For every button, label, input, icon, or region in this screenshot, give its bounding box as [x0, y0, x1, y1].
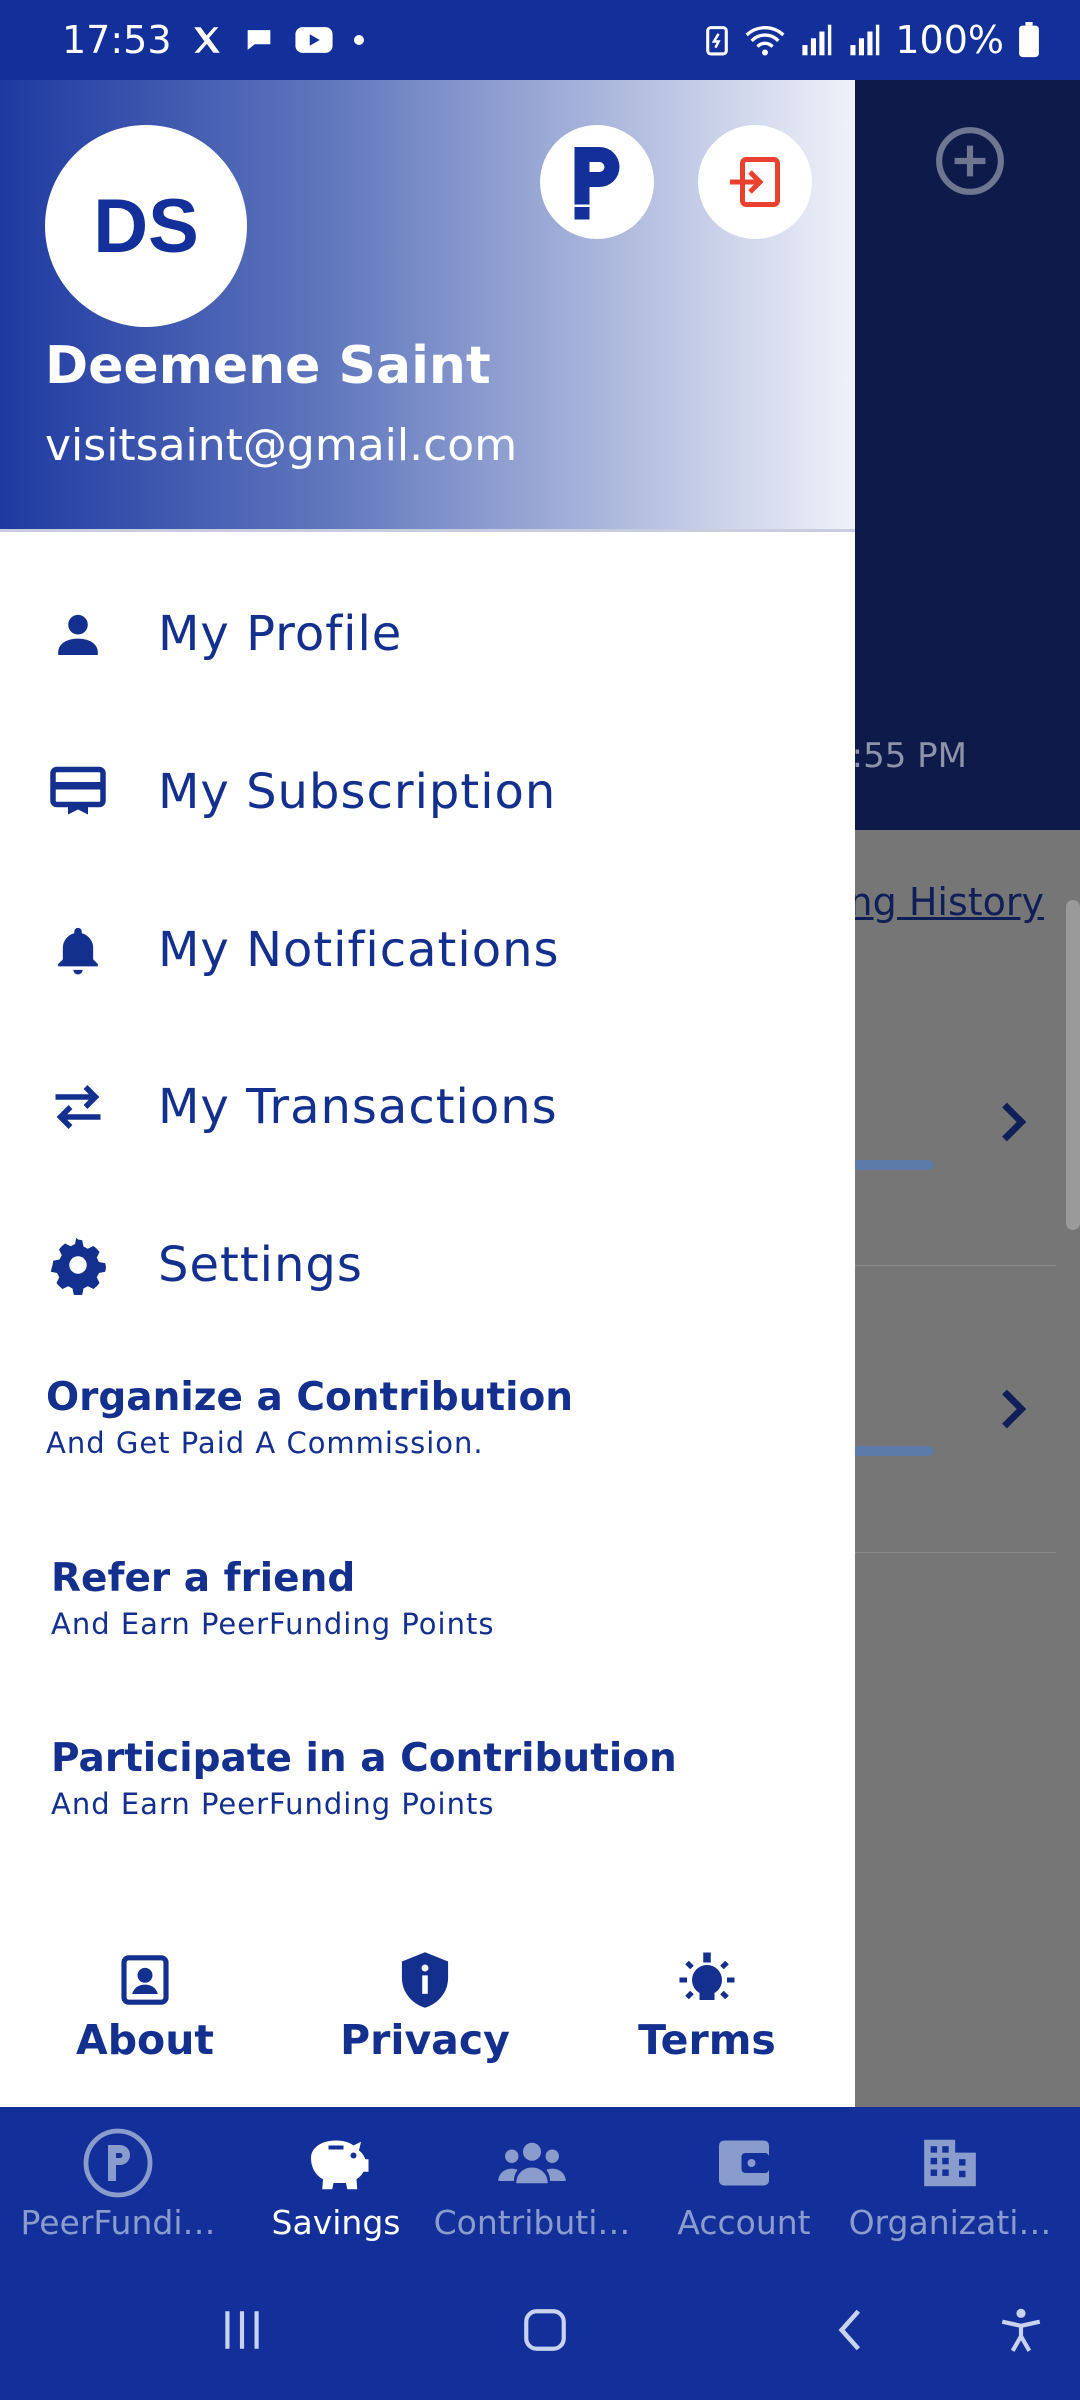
tab-label: Account [677, 2203, 811, 2242]
tab-organizations[interactable]: Organizati… [842, 2107, 1058, 2260]
accessibility-button[interactable] [986, 2300, 1056, 2360]
menu-item-settings[interactable]: Settings [0, 1205, 855, 1325]
menu-item-label: My Subscription [158, 764, 557, 820]
wifi-icon [745, 23, 785, 57]
menu-item-label: My Notifications [158, 922, 560, 978]
home-icon [524, 2309, 566, 2351]
recent-apps-button[interactable] [207, 2300, 277, 2360]
footer-terms[interactable]: Terms [597, 1950, 817, 2064]
bell-icon [48, 920, 108, 980]
status-time: 17:53 [62, 18, 172, 62]
chevron-right-icon [996, 1098, 1030, 1146]
menu-item-label: My Profile [158, 606, 403, 662]
peerfunding-logo-icon [78, 2127, 158, 2199]
home-button[interactable] [510, 2300, 580, 2360]
promo-subtitle: And Get Paid A Commission. [46, 1426, 484, 1460]
status-bar: 17:53 100% [0, 0, 1080, 80]
x-icon [190, 23, 224, 57]
drawer-header: DS Deemene Saint visitsaint@gmail.com [0, 80, 855, 532]
menu-item-my-subscription[interactable]: My Subscription [0, 732, 855, 852]
tab-account[interactable]: Account [636, 2107, 852, 2260]
gear-icon [48, 1235, 108, 1295]
back-button[interactable] [815, 2300, 885, 2360]
battery-saver-icon [703, 23, 731, 57]
promo-participate-contribution[interactable]: Participate in a Contribution And Earn P… [51, 1736, 677, 1821]
promo-subtitle: And Earn PeerFunding Points [51, 1787, 495, 1821]
menu-item-label: My Transactions [158, 1079, 558, 1135]
signal-icon [847, 23, 881, 57]
tab-contributions[interactable]: Contributi… [424, 2107, 640, 2260]
avatar[interactable]: DS [45, 125, 247, 327]
promo-title: Participate in a Contribution [51, 1736, 677, 1781]
scrollbar [1066, 900, 1080, 1230]
menu-item-my-transactions[interactable]: My Transactions [0, 1047, 855, 1167]
chat-icon [242, 23, 276, 57]
footer-label: Privacy [340, 2016, 510, 2064]
menu-item-label: Settings [158, 1237, 363, 1293]
row-divider [840, 1552, 1056, 1553]
accessibility-icon [1001, 2308, 1041, 2352]
footer-label: About [75, 2016, 215, 2064]
peerfunding-logo-button[interactable] [540, 125, 654, 239]
tab-label: PeerFundi… [20, 2203, 216, 2242]
navigation-drawer: DS Deemene Saint visitsaint@gmail.com My… [0, 80, 855, 2107]
logout-icon [730, 157, 780, 207]
battery-percent: 100% [895, 18, 1004, 62]
footer-label: Terms [638, 2016, 776, 2064]
youtube-icon [294, 23, 334, 57]
chevron-right-icon [996, 1385, 1030, 1433]
history-link: ing History [838, 880, 1045, 924]
tab-savings[interactable]: Savings [228, 2107, 444, 2260]
tab-label: Contributi… [433, 2203, 631, 2242]
dot-icon [352, 33, 366, 47]
shield-info-icon [395, 1950, 455, 2010]
piggy-bank-icon [296, 2127, 376, 2199]
lightbulb-icon [677, 1950, 737, 2010]
peerfunding-logo-icon [574, 147, 620, 220]
person-icon [48, 604, 108, 664]
swap-arrows-icon [48, 1077, 108, 1137]
wallet-icon [704, 2127, 784, 2199]
recent-apps-icon [225, 2311, 259, 2349]
promo-organize-contribution[interactable]: Organize a Contribution And Get Paid A C… [46, 1375, 573, 1460]
menu-item-my-notifications[interactable]: My Notifications [0, 890, 855, 1010]
footer-privacy[interactable]: Privacy [315, 1950, 535, 2064]
tab-label: Organizati… [848, 2203, 1052, 2242]
tab-peerfunding[interactable]: PeerFundi… [10, 2107, 226, 2260]
signal-icon [799, 23, 833, 57]
building-icon [910, 2127, 990, 2199]
add-circle-icon [933, 124, 1007, 198]
subscription-card-icon [48, 762, 108, 822]
promo-title: Refer a friend [51, 1556, 356, 1601]
promo-refer-friend[interactable]: Refer a friend And Earn PeerFunding Poin… [51, 1556, 494, 1641]
bottom-navigation: PeerFundi… Savings Contributi… Account O… [0, 2107, 1080, 2260]
user-name: Deemene Saint [45, 336, 491, 396]
logout-button[interactable] [698, 125, 812, 239]
portrait-icon [115, 1950, 175, 2010]
promo-subtitle: And Earn PeerFunding Points [51, 1607, 495, 1641]
back-icon [838, 2309, 861, 2351]
row-divider [840, 1265, 1056, 1266]
battery-icon [1018, 22, 1040, 58]
promo-title: Organize a Contribution [46, 1375, 574, 1420]
footer-about[interactable]: About [35, 1950, 255, 2064]
tab-label: Savings [271, 2203, 401, 2242]
group-icon [492, 2127, 572, 2199]
user-email: visitsaint@gmail.com [45, 420, 518, 471]
system-navigation-bar [0, 2260, 1080, 2400]
menu-item-my-profile[interactable]: My Profile [0, 574, 855, 694]
